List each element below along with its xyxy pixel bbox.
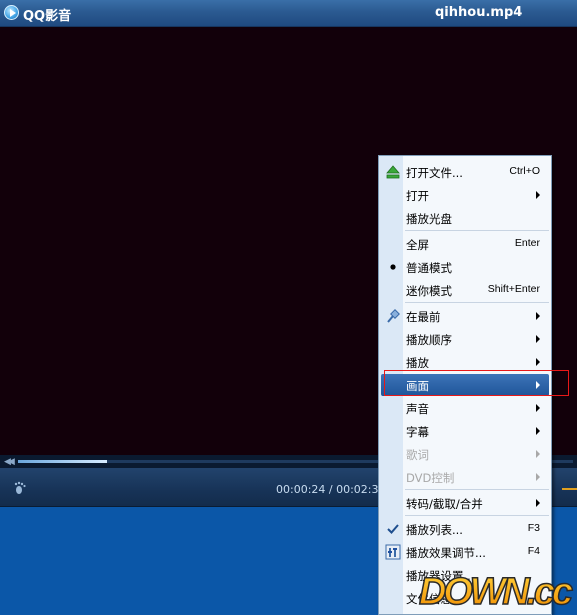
watermark-text: DOWN.cc [419,571,573,613]
submenu-arrow-icon [536,404,540,412]
menu-item-shortcut: F3 [527,522,540,534]
menu-item[interactable]: 播放光盘 [381,207,549,229]
submenu-arrow-icon [536,499,540,507]
menu-item-label: 打开文件... [406,166,463,180]
menu-item[interactable]: 播放列表... F3 [381,518,549,540]
footprint-icon[interactable] [14,481,28,495]
rewind-icon[interactable]: ◀◀ [4,457,15,467]
menu-item-label: 全屏 [406,238,429,252]
equalizer-icon [385,544,401,560]
time-display: 00:00:24 / 00:02:30 [276,483,386,496]
menu-item[interactable]: 普通模式 [381,256,549,278]
qq-player-logo-icon[interactable] [4,5,19,20]
menu-item[interactable]: 在最前 [381,305,549,327]
menu-item-label: 声音 [406,402,429,416]
volume-slider[interactable] [562,488,577,490]
title-bar: QQ影音 qihhou.mp4 [0,0,577,27]
submenu-arrow-icon [536,191,540,199]
menu-item-label: 播放 [406,356,429,370]
file-title: qihhou.mp4 [435,5,523,20]
menu-item-label: 播放光盘 [406,212,452,226]
menu-item-label: 转码/截取/合并 [406,497,483,511]
menu-item-label: 播放列表... [406,523,463,537]
menu-item[interactable]: 声音 [381,397,549,419]
menu-item-label: 迷你模式 [406,284,452,298]
menu-item: DVD控制 [381,466,549,488]
menu-item[interactable]: 播放顺序 [381,328,549,350]
menu-item-label: 普通模式 [406,261,452,275]
app-title: QQ影音 [23,9,72,24]
submenu-arrow-icon [536,312,540,320]
menu-item[interactable]: 打开文件... Ctrl+O [381,161,549,183]
checkmark-icon [385,521,401,537]
menu-item-label: 播放效果调节... [406,546,486,560]
menu-item-shortcut: Ctrl+O [509,165,540,177]
bullet-icon [385,259,401,275]
menu-item-shortcut: Shift+Enter [487,283,540,295]
menu-item-label: 字幕 [406,425,429,439]
menu-separator [405,302,549,303]
menu-item-label: DVD控制 [406,471,455,485]
menu-item[interactable]: 字幕 [381,420,549,442]
eject-icon [385,164,401,180]
pin-icon [385,308,401,324]
submenu-arrow-icon [536,473,540,481]
menu-item[interactable]: 迷你模式 Shift+Enter [381,279,549,301]
submenu-arrow-icon [536,335,540,343]
submenu-arrow-icon [536,358,540,366]
menu-item-label: 在最前 [406,310,441,324]
menu-item[interactable]: 全屏 Enter [381,233,549,255]
menu-item-shortcut: F4 [527,545,540,557]
menu-item-shortcut: Enter [514,237,540,249]
menu-item[interactable]: 播放效果调节... F4 [381,541,549,563]
submenu-arrow-icon [536,427,540,435]
menu-separator [405,515,549,516]
annotation-highlight-box [384,370,569,396]
menu-item-label: 打开 [406,189,429,203]
down-cc-watermark: DOWN.cc [418,570,574,613]
menu-item-label: 歌词 [406,448,429,462]
menu-separator [405,230,549,231]
menu-item[interactable]: 打开 [381,184,549,206]
submenu-arrow-icon [536,450,540,458]
seek-progress [18,460,107,463]
menu-separator [405,489,549,490]
menu-item[interactable]: 转码/截取/合并 [381,492,549,514]
menu-item-label: 播放顺序 [406,333,452,347]
menu-item: 歌词 [381,443,549,465]
